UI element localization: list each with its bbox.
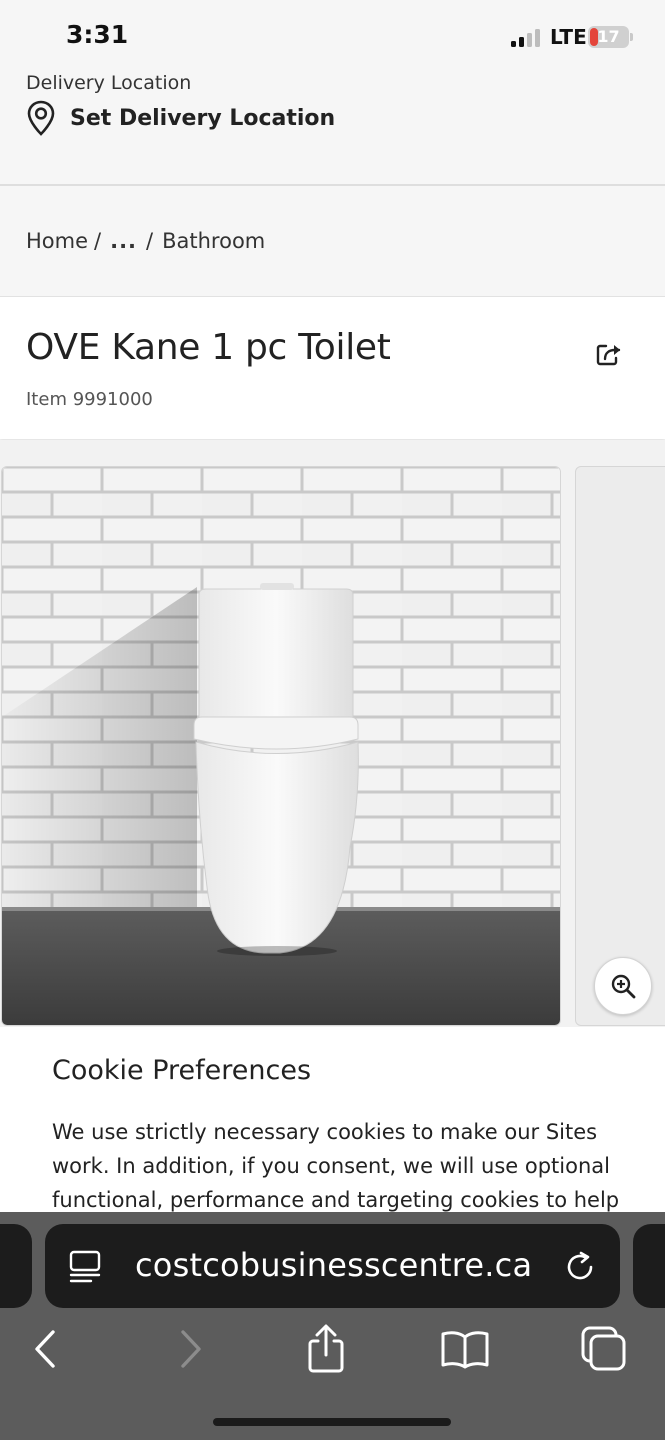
battery-percent: 17 <box>597 27 620 46</box>
forward-icon <box>181 1330 201 1368</box>
network-type: LTE <box>550 25 587 49</box>
breadcrumb-separator: / <box>146 229 154 253</box>
reload-icon[interactable] <box>563 1250 597 1284</box>
share-icon <box>308 1324 344 1373</box>
forward-button[interactable] <box>165 1324 215 1374</box>
address-bar[interactable]: costcobusinesscentre.ca <box>45 1224 620 1308</box>
share-icon[interactable] <box>594 339 624 369</box>
back-button[interactable] <box>21 1324 71 1374</box>
product-image[interactable] <box>1 466 561 1026</box>
delivery-location-section: Delivery Location Set Delivery Location <box>0 66 665 186</box>
next-product-image[interactable] <box>575 466 665 1026</box>
back-icon <box>35 1330 55 1368</box>
cookie-title: Cookie Preferences <box>52 1055 312 1086</box>
browser-toolbar: costcobusinesscentre.ca <box>0 1212 665 1440</box>
breadcrumb-separator: / <box>94 229 102 253</box>
status-bar: 3:31 LTE 17 <box>0 0 665 66</box>
bookmarks-button[interactable] <box>440 1324 490 1374</box>
toilet-photo <box>2 467 560 1025</box>
product-header: OVE Kane 1 pc Toilet Item 9991000 <box>0 296 665 439</box>
share-page-button[interactable] <box>301 1324 351 1374</box>
home-indicator[interactable] <box>213 1418 451 1426</box>
next-tab-peek[interactable] <box>633 1224 665 1308</box>
product-title: OVE Kane 1 pc Toilet <box>26 327 391 368</box>
cookie-preferences-panel: Cookie Preferences We use strictly neces… <box>0 1027 665 1217</box>
battery-icon: 17 <box>588 26 629 48</box>
breadcrumb-bathroom[interactable]: Bathroom <box>162 229 265 253</box>
breadcrumb-ellipsis[interactable]: ... <box>110 229 137 253</box>
zoom-button[interactable] <box>594 957 652 1015</box>
set-delivery-location-label: Set Delivery Location <box>70 105 336 131</box>
product-image-gallery <box>0 440 665 1028</box>
breadcrumb: Home / ... / Bathroom <box>0 188 665 294</box>
cellular-signal-icon <box>511 28 543 47</box>
url-text: costcobusinesscentre.ca <box>135 1246 533 1284</box>
tabs-icon <box>581 1326 626 1371</box>
status-time: 3:31 <box>66 20 129 49</box>
page-menu-icon[interactable] <box>69 1250 101 1284</box>
zoom-in-icon <box>611 974 636 999</box>
breadcrumb-home[interactable]: Home <box>26 229 88 253</box>
set-delivery-location-button[interactable]: Set Delivery Location <box>26 100 335 136</box>
tabs-button[interactable] <box>579 1324 629 1374</box>
delivery-location-label: Delivery Location <box>26 72 192 94</box>
previous-tab-peek[interactable] <box>0 1224 32 1308</box>
cookie-text: We use strictly necessary cookies to mak… <box>52 1120 620 1212</box>
battery-terminal <box>630 33 633 41</box>
item-number: Item 9991000 <box>26 389 153 410</box>
location-pin-icon <box>27 100 55 136</box>
bookmarks-icon <box>441 1331 489 1369</box>
